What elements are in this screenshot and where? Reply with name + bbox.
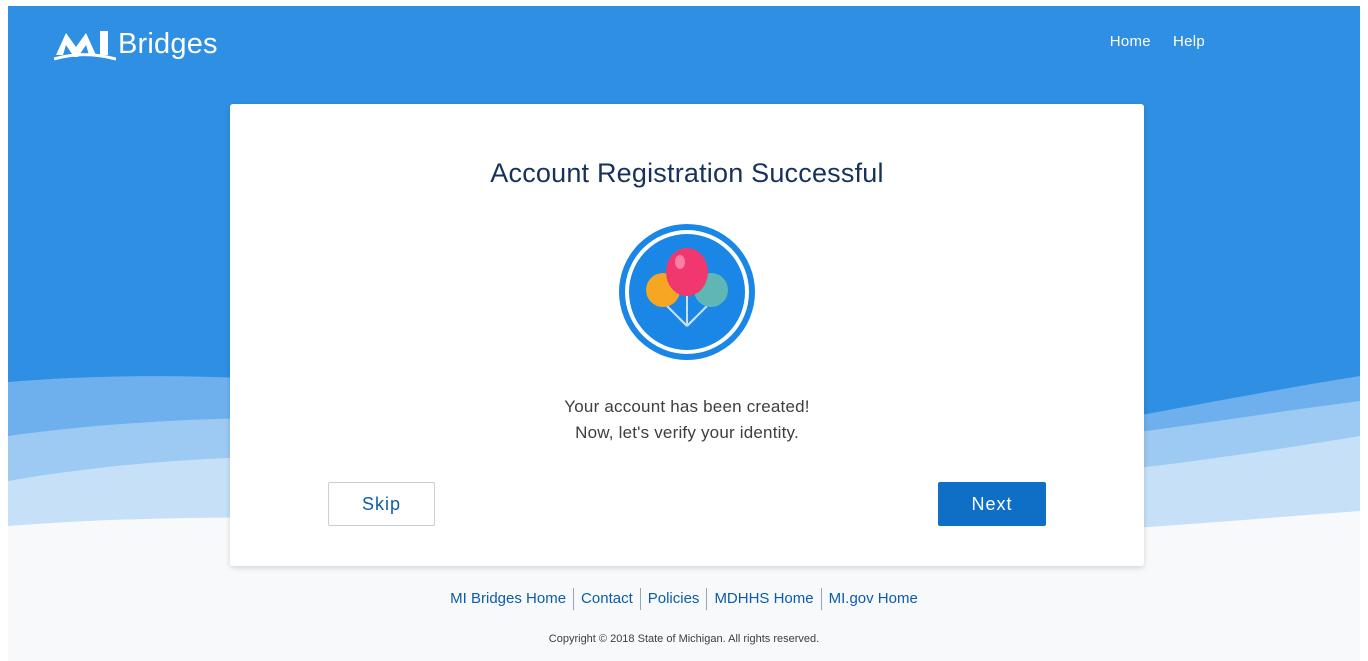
page-title: Account Registration Successful: [490, 158, 884, 188]
mi-logo-mark-icon: [54, 31, 116, 61]
message-line-2: Now, let's verify your identity.: [575, 423, 799, 442]
page-frame: Bridges Home Help Account Registration S…: [8, 6, 1360, 661]
registration-success-card: Account Registration Successful Your acc…: [230, 104, 1144, 566]
site-header: Bridges Home Help: [8, 6, 1360, 86]
message-line-1: Your account has been created!: [564, 397, 810, 416]
footer-link-contact[interactable]: Contact: [573, 588, 640, 610]
top-nav: Home Help: [1110, 33, 1205, 50]
balloons-icon: [619, 224, 755, 360]
footer-link-policies[interactable]: Policies: [639, 588, 707, 610]
skip-button[interactable]: Skip: [328, 482, 435, 526]
footer-link-mi-gov-home[interactable]: MI.gov Home: [820, 588, 925, 610]
nav-home-link[interactable]: Home: [1110, 33, 1151, 50]
logo-text: Bridges: [118, 27, 218, 60]
success-message: Your account has been created! Now, let'…: [230, 394, 1144, 446]
mi-bridges-logo[interactable]: Bridges: [54, 24, 218, 64]
next-button[interactable]: Next: [938, 482, 1046, 526]
footer-link-mdhhs-home[interactable]: MDHHS Home: [706, 588, 820, 610]
copyright-text: Copyright © 2018 State of Michigan. All …: [548, 633, 820, 645]
footer-links: MI Bridges Home Contact Policies MDHHS H…: [8, 588, 1360, 610]
footer-link-mi-bridges-home[interactable]: MI Bridges Home: [443, 588, 573, 610]
nav-help-link[interactable]: Help: [1173, 33, 1205, 50]
